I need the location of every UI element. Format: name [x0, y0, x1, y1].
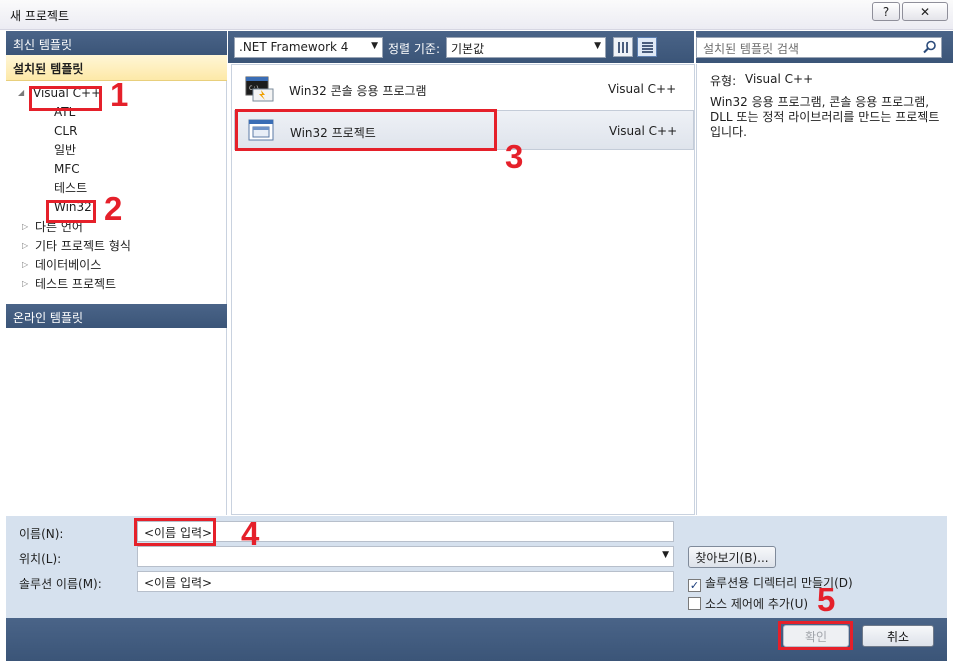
solution-name-label: 솔루션 이름(M): [19, 577, 102, 591]
name-label: 이름(N): [19, 527, 64, 541]
template-description: Win32 응용 프로그램, 콘솔 응용 프로그램, DLL 또는 정적 라이브… [710, 95, 940, 139]
framework-select-value: .NET Framework 4 [239, 40, 349, 54]
annotation-number: 5 [817, 581, 836, 618]
dropdown-arrow-icon: ▼ [662, 550, 669, 560]
tree-item-test[interactable]: 테스트 [54, 179, 87, 197]
console-app-icon: C:\ [245, 76, 274, 102]
annotation-box [778, 621, 853, 650]
sort-label: 정렬 기준: [388, 42, 441, 56]
expanded-arrow-icon[interactable]: ◢ [18, 84, 24, 102]
dropdown-arrow-icon: ▼ [371, 41, 378, 51]
type-label: 유형: [710, 74, 737, 88]
location-select[interactable]: ▼ [137, 546, 674, 567]
tree-item-database[interactable]: ▷ 데이터베이스 [22, 256, 101, 274]
search-icon[interactable] [923, 40, 937, 54]
template-language: Visual C++ [609, 124, 678, 138]
tree-item-general[interactable]: 일반 [54, 141, 76, 159]
recent-templates-header[interactable]: 최신 템플릿 [6, 31, 227, 55]
window-title: 새 프로젝트 [10, 9, 70, 23]
tree-item-clr[interactable]: CLR [54, 122, 77, 140]
close-button[interactable]: ✕ [902, 2, 948, 21]
search-placeholder: 설치된 템플릿 검색 [703, 42, 799, 56]
tree-item-test-projects[interactable]: ▷ 테스트 프로젝트 [22, 275, 116, 293]
sort-select[interactable]: 기본값 ▼ [446, 37, 606, 58]
checkbox-unchecked[interactable] [688, 597, 701, 610]
medium-icons-view-button[interactable] [613, 37, 633, 57]
annotation-box [134, 518, 216, 546]
annotation-number: 2 [104, 190, 123, 227]
template-language: Visual C++ [608, 82, 677, 96]
annotation-box [29, 86, 102, 111]
search-input[interactable]: 설치된 템플릿 검색 [696, 37, 942, 58]
annotation-number: 3 [505, 138, 524, 175]
collapsed-arrow-icon[interactable]: ▷ [22, 275, 28, 293]
search-bar: 설치된 템플릿 검색 [696, 31, 953, 63]
collapsed-arrow-icon[interactable]: ▷ [22, 218, 28, 236]
tree-item-other-project-types[interactable]: ▷ 기타 프로젝트 형식 [22, 237, 131, 255]
browse-button[interactable]: 찾아보기(B)... [688, 546, 776, 568]
list-view-button[interactable] [637, 37, 657, 57]
sort-select-value: 기본값 [451, 42, 485, 56]
template-details: 유형: Visual C++ Win32 응용 프로그램, 콘솔 응용 프로그램… [696, 64, 953, 515]
online-templates-header[interactable]: 온라인 템플릿 [6, 304, 227, 328]
help-button[interactable]: ? [872, 2, 900, 21]
source-control-option[interactable]: 소스 제어에 추가(U) [688, 595, 808, 612]
annotation-number: 1 [110, 76, 129, 113]
name-input[interactable]: <이름 입력> [137, 521, 674, 542]
grid-view-icon [618, 42, 629, 53]
annotation-box [46, 200, 96, 223]
tree-item-mfc[interactable]: MFC [54, 160, 80, 178]
source-control-label: 소스 제어에 추가(U) [705, 597, 809, 611]
template-name: Win32 콘솔 응용 프로그램 [289, 84, 427, 98]
annotation-box [235, 109, 497, 151]
list-view-icon [642, 42, 653, 53]
dropdown-arrow-icon: ▼ [594, 41, 601, 51]
title-bar: 새 프로젝트 ? ✕ [0, 0, 953, 30]
framework-select[interactable]: .NET Framework 4 ▼ [234, 37, 383, 58]
checkbox-checked[interactable]: ✓ [688, 579, 701, 592]
location-label: 위치(L): [19, 552, 62, 566]
type-value: Visual C++ [745, 72, 814, 86]
cancel-button[interactable]: 취소 [862, 625, 934, 647]
solution-name-input[interactable]: <이름 입력> [137, 571, 674, 592]
collapsed-arrow-icon[interactable]: ▷ [22, 256, 28, 274]
annotation-number: 4 [241, 515, 260, 552]
template-toolbar: .NET Framework 4 ▼ 정렬 기준: 기본값 ▼ [228, 31, 694, 63]
collapsed-arrow-icon[interactable]: ▷ [22, 237, 28, 255]
template-item-console[interactable]: C:\ Win32 콘솔 응용 프로그램 Visual C++ [234, 69, 694, 109]
